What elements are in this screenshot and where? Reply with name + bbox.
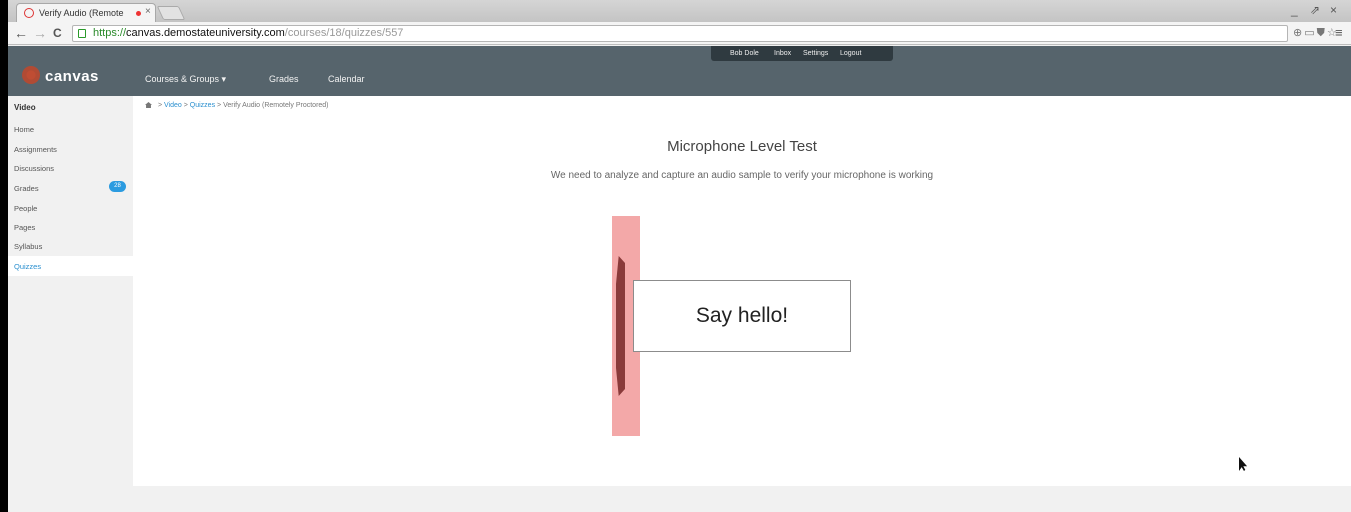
page-footer bbox=[133, 486, 1351, 512]
nav-calendar[interactable]: Calendar bbox=[328, 74, 365, 84]
sidebar-item-discussions[interactable]: Discussions bbox=[14, 164, 54, 173]
tab-title: Verify Audio (Remote bbox=[39, 8, 124, 18]
reload-icon[interactable]: C bbox=[53, 25, 62, 41]
url-path: /courses/18/quizzes/557 bbox=[284, 27, 404, 39]
breadcrumb-video[interactable]: Video bbox=[164, 102, 182, 109]
sidebar-item-quizzes[interactable]: Quizzes bbox=[14, 262, 41, 271]
page-title: Microphone Level Test bbox=[667, 138, 817, 155]
breadcrumb-separator: > bbox=[157, 102, 163, 109]
breadcrumb-current: Verify Audio (Remotely Proctored) bbox=[223, 102, 329, 109]
sidebar-item-home[interactable]: Home bbox=[14, 125, 34, 134]
grades-count-badge: 28 bbox=[109, 181, 126, 192]
new-tab-button[interactable] bbox=[156, 6, 186, 20]
recording-indicator-icon bbox=[136, 11, 141, 16]
sidebar-item-assignments[interactable]: Assignments bbox=[14, 145, 57, 154]
user-menu: Bob Dole Inbox Settings Logout bbox=[711, 46, 893, 61]
breadcrumb-separator: > bbox=[217, 102, 222, 109]
browser-toolbar: ← → C https://canvas.demostateuniversity… bbox=[8, 22, 1351, 45]
browser-tab[interactable]: Verify Audio (Remote × bbox=[16, 3, 156, 22]
tab-close-icon[interactable]: × bbox=[145, 6, 151, 17]
window-close-icon[interactable]: × bbox=[1330, 3, 1337, 17]
extension-icons[interactable]: ⊕▭⛊☆ bbox=[1293, 26, 1339, 40]
settings-link[interactable]: Settings bbox=[803, 50, 828, 57]
tab-favicon-icon bbox=[24, 8, 34, 18]
address-bar[interactable]: https://canvas.demostateuniversity.com/c… bbox=[72, 25, 1288, 42]
canvas-logo[interactable]: canvas bbox=[45, 68, 99, 85]
lock-icon bbox=[78, 29, 86, 38]
sidebar-item-pages[interactable]: Pages bbox=[14, 223, 35, 232]
url-scheme: https:// bbox=[93, 27, 127, 39]
say-hello-prompt: Say hello! bbox=[633, 280, 851, 352]
app-header: canvas Courses & Groups ▾ Grades Calenda… bbox=[8, 46, 1351, 96]
sidebar-item-syllabus[interactable]: Syllabus bbox=[14, 242, 42, 251]
breadcrumb-quizzes[interactable]: Quizzes bbox=[190, 102, 215, 109]
canvas-logo-icon[interactable] bbox=[22, 66, 40, 84]
course-title: Video bbox=[14, 103, 36, 112]
window-minimize-icon[interactable]: _ bbox=[1291, 3, 1298, 17]
window-restore-icon[interactable]: ⇗ bbox=[1310, 3, 1320, 17]
breadcrumb-separator: > bbox=[183, 102, 188, 109]
nav-grades[interactable]: Grades bbox=[269, 74, 299, 84]
browser-tabstrip: Verify Audio (Remote × _ ⇗ × bbox=[8, 0, 1351, 22]
browser-menu-icon[interactable]: ≡ bbox=[1335, 25, 1343, 40]
audio-waveform bbox=[616, 256, 625, 396]
url-host: canvas.demostateuniversity.com bbox=[126, 27, 285, 39]
home-icon[interactable] bbox=[145, 102, 152, 108]
logout-link[interactable]: Logout bbox=[840, 50, 861, 57]
screen: Verify Audio (Remote × _ ⇗ × ← → C https… bbox=[8, 0, 1351, 512]
forward-icon[interactable]: → bbox=[33, 25, 47, 41]
nav-courses-groups[interactable]: Courses & Groups ▾ bbox=[145, 74, 226, 85]
inbox-link[interactable]: Inbox bbox=[774, 50, 791, 57]
user-name-link[interactable]: Bob Dole bbox=[730, 50, 759, 57]
sidebar-item-people[interactable]: People bbox=[14, 204, 37, 213]
back-icon[interactable]: ← bbox=[14, 25, 28, 41]
page-subtitle: We need to analyze and capture an audio … bbox=[550, 170, 934, 181]
breadcrumb: > Video > Quizzes > Verify Audio (Remote… bbox=[145, 102, 329, 109]
main-content: > Video > Quizzes > Verify Audio (Remote… bbox=[133, 96, 1351, 486]
course-sidebar: Video Home Assignments Discussions Grade… bbox=[8, 96, 133, 486]
sidebar-item-grades[interactable]: Grades bbox=[14, 184, 39, 193]
